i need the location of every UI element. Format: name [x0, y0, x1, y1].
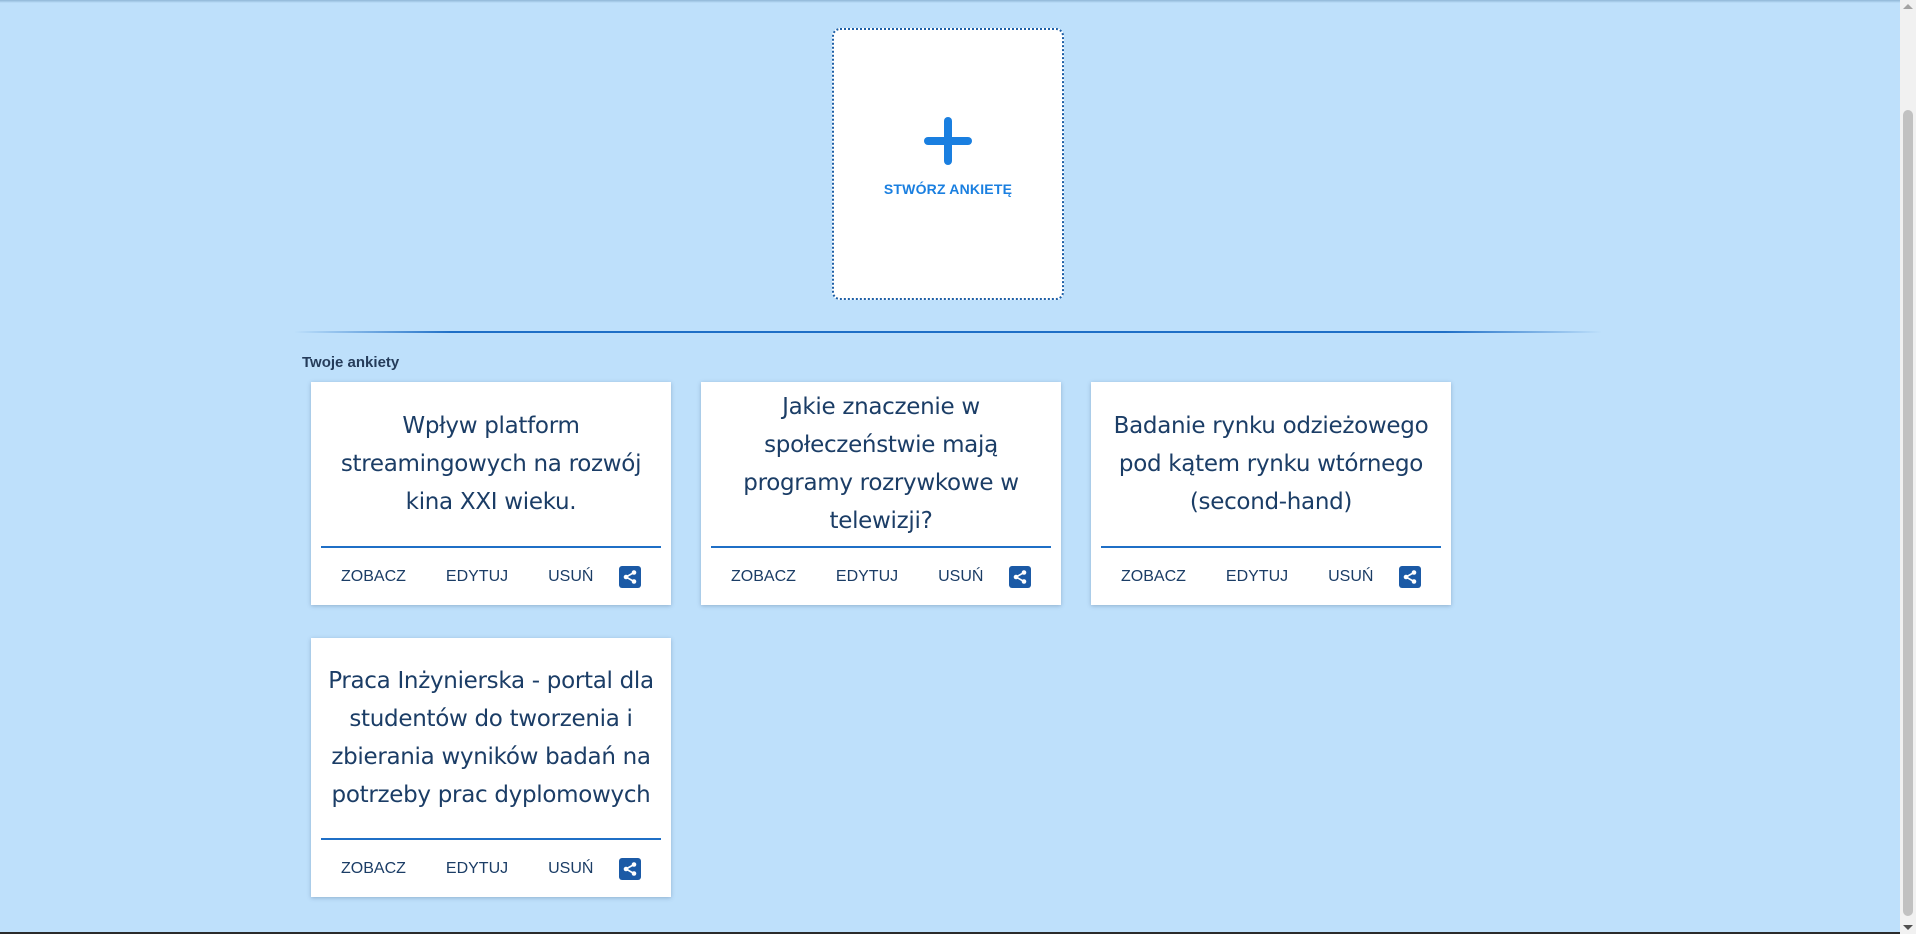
delete-button[interactable]: USUŃ	[548, 860, 593, 878]
survey-card: Jakie znaczenie w społeczeństwie mają pr…	[701, 382, 1061, 605]
view-button[interactable]: ZOBACZ	[341, 860, 406, 878]
card-actions: ZOBACZ EDYTUJ USUŃ	[311, 840, 671, 897]
scroll-up-icon[interactable]	[1903, 4, 1913, 9]
share-button[interactable]	[1399, 565, 1421, 588]
page: STWÓRZ ANKIETĘ Twoje ankiety Wpływ platf…	[0, 0, 1916, 934]
top-shadow	[0, 0, 1900, 3]
edit-button[interactable]: EDYTUJ	[1226, 568, 1288, 586]
survey-card: Praca Inżynierska - portal dla studentów…	[311, 638, 671, 897]
survey-title: Wpływ platform streamingowych na rozwój …	[340, 413, 642, 515]
scrollbar[interactable]	[1900, 0, 1916, 934]
share-button[interactable]	[619, 857, 641, 880]
edit-button[interactable]: EDYTUJ	[446, 568, 508, 586]
survey-card: Badanie rynku odzieżowego pod kątem rynk…	[1091, 382, 1451, 605]
scroll-down-icon[interactable]	[1903, 925, 1913, 930]
card-actions: ZOBACZ EDYTUJ USUŃ	[701, 548, 1061, 605]
survey-title: Jakie znaczenie w społeczeństwie mają pr…	[743, 394, 1019, 534]
view-button[interactable]: ZOBACZ	[341, 568, 406, 586]
edit-button[interactable]: EDYTUJ	[836, 568, 898, 586]
scrollbar-thumb[interactable]	[1903, 110, 1913, 916]
share-button[interactable]	[619, 565, 641, 588]
create-survey-card[interactable]: STWÓRZ ANKIETĘ	[832, 28, 1064, 300]
section-divider	[294, 331, 1602, 333]
create-survey-label: STWÓRZ ANKIETĘ	[883, 181, 1013, 197]
share-icon	[1013, 569, 1027, 584]
survey-card: Wpływ platform streamingowych na rozwój …	[311, 382, 671, 605]
share-button[interactable]	[1009, 565, 1031, 588]
share-icon	[623, 861, 637, 876]
card-actions: ZOBACZ EDYTUJ USUŃ	[1091, 548, 1451, 605]
view-button[interactable]: ZOBACZ	[1121, 568, 1186, 586]
share-icon	[1403, 569, 1417, 584]
survey-title: Badanie rynku odzieżowego pod kątem rynk…	[1113, 413, 1429, 515]
section-title: Twoje ankiety	[302, 354, 400, 371]
plus-icon	[924, 117, 972, 165]
delete-button[interactable]: USUŃ	[548, 568, 593, 586]
survey-title: Praca Inżynierska - portal dla studentów…	[328, 668, 654, 808]
view-button[interactable]: ZOBACZ	[731, 568, 796, 586]
delete-button[interactable]: USUŃ	[1328, 568, 1373, 586]
share-icon	[623, 569, 637, 584]
edit-button[interactable]: EDYTUJ	[446, 860, 508, 878]
delete-button[interactable]: USUŃ	[938, 568, 983, 586]
card-actions: ZOBACZ EDYTUJ USUŃ	[311, 548, 671, 605]
